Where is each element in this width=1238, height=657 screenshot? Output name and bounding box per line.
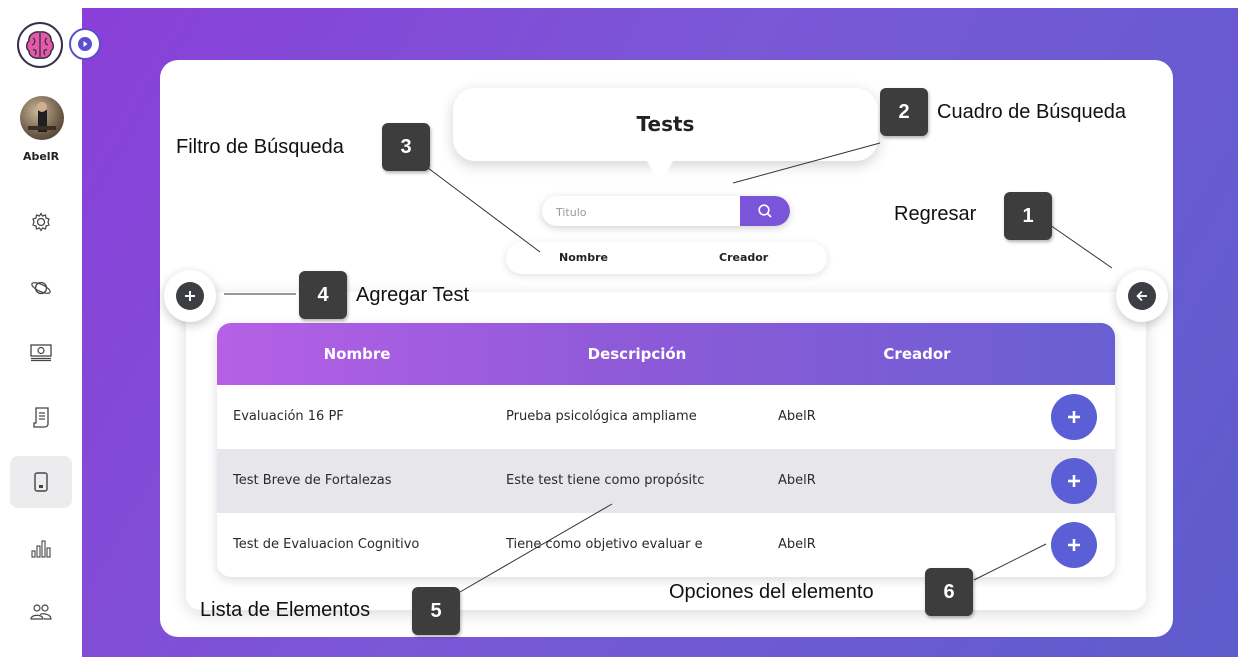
annotation-label-3: Filtro de Búsqueda [176, 136, 344, 158]
filter-option-creador[interactable]: Creador [719, 242, 768, 274]
avatar[interactable] [20, 96, 64, 140]
search-filter: Nombre Creador [506, 242, 827, 274]
tests-nav-item[interactable] [10, 456, 72, 508]
cell-creator: AbelR [778, 409, 816, 424]
column-header-creador: Creador [883, 345, 951, 363]
annotation-badge-2: 2 [880, 88, 928, 136]
annotation-badge-4: 4 [299, 271, 347, 319]
users-icon [30, 604, 52, 620]
arrow-left-icon [1136, 290, 1147, 302]
annotation-label-2: Cuadro de Búsqueda [937, 101, 1127, 123]
gear-icon [32, 212, 50, 232]
annotation-badge-5: 5 [412, 587, 460, 635]
back-button[interactable] [1116, 270, 1168, 322]
statistics-nav-item[interactable] [21, 528, 61, 568]
tests-table: Nombre Descripción Creador Evaluación 16… [217, 323, 1115, 577]
column-header-descripcion: Descripción [587, 345, 687, 363]
cell-name: Test de Evaluacion Cognitivo [233, 537, 420, 552]
annotation-badge-1: 1 [1004, 192, 1052, 240]
users-nav-item[interactable] [21, 592, 61, 632]
row-options-button[interactable] [1051, 394, 1097, 440]
plus-icon [1068, 539, 1080, 551]
cell-description: Tiene como objetivo evaluar e [506, 537, 703, 552]
annotation-badge-6: 6 [925, 568, 973, 616]
search-box [542, 196, 790, 226]
plus-icon [185, 291, 195, 301]
cell-name: Test Breve de Fortalezas [233, 473, 392, 488]
search-button[interactable] [740, 196, 790, 226]
expand-sidebar-button[interactable] [69, 28, 101, 60]
column-header-nombre: Nombre [323, 345, 391, 363]
tablet-icon [34, 472, 48, 492]
settings-nav-item[interactable] [21, 202, 61, 242]
table-row[interactable]: Evaluación 16 PF Prueba psicológica ampl… [217, 385, 1115, 449]
documents-nav-item[interactable] [21, 397, 61, 437]
table-row[interactable]: Test de Evaluacion Cognitivo Tiene como … [217, 513, 1115, 577]
sidebar: AbelR [0, 0, 101, 657]
table-row[interactable]: Test Breve de Fortalezas Este test tiene… [217, 449, 1115, 513]
money-icon [30, 344, 52, 362]
bar-chart-icon [31, 540, 51, 558]
page-title: Tests [636, 112, 695, 136]
search-input[interactable] [554, 196, 738, 226]
row-options-button[interactable] [1051, 522, 1097, 568]
brain-logo-icon[interactable] [17, 22, 63, 68]
annotation-label-1: Regresar [894, 203, 977, 225]
table-header: Nombre Descripción Creador [217, 323, 1115, 385]
user-name: AbelR [22, 150, 60, 163]
planet-nav-item[interactable] [21, 268, 61, 308]
document-icon [33, 407, 49, 428]
planet-icon [31, 281, 51, 295]
play-icon [78, 37, 92, 51]
search-icon [758, 204, 772, 218]
plus-icon [1068, 411, 1080, 423]
filter-option-nombre[interactable]: Nombre [559, 242, 608, 274]
title-bubble-tail [646, 160, 674, 182]
row-options-button[interactable] [1051, 458, 1097, 504]
cell-description: Este test tiene como propósitc [506, 473, 705, 488]
cell-name: Evaluación 16 PF [233, 409, 344, 424]
payments-nav-item[interactable] [21, 332, 61, 372]
cell-description: Prueba psicológica ampliame [506, 409, 697, 424]
title-bubble: Tests [453, 88, 878, 182]
annotation-label-4: Agregar Test [356, 284, 470, 306]
add-test-button[interactable] [164, 270, 216, 322]
plus-icon [1068, 475, 1080, 487]
annotation-badge-3: 3 [382, 123, 430, 171]
cell-creator: AbelR [778, 473, 816, 488]
annotation-label-5: Lista de Elementos [200, 599, 371, 621]
annotation-label-6: Opciones del elemento [669, 581, 874, 603]
cell-creator: AbelR [778, 537, 816, 552]
